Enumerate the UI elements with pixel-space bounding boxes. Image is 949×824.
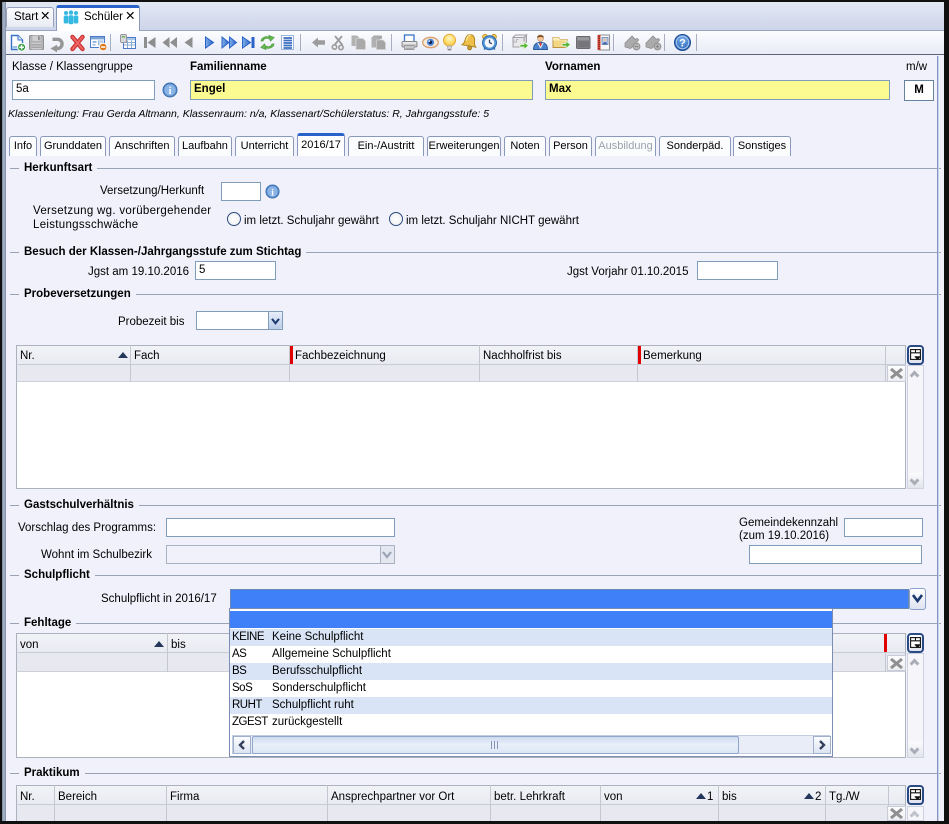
svg-text:i: i bbox=[169, 86, 172, 97]
svg-text:?: ? bbox=[679, 37, 686, 49]
svg-text:i: i bbox=[271, 188, 274, 198]
